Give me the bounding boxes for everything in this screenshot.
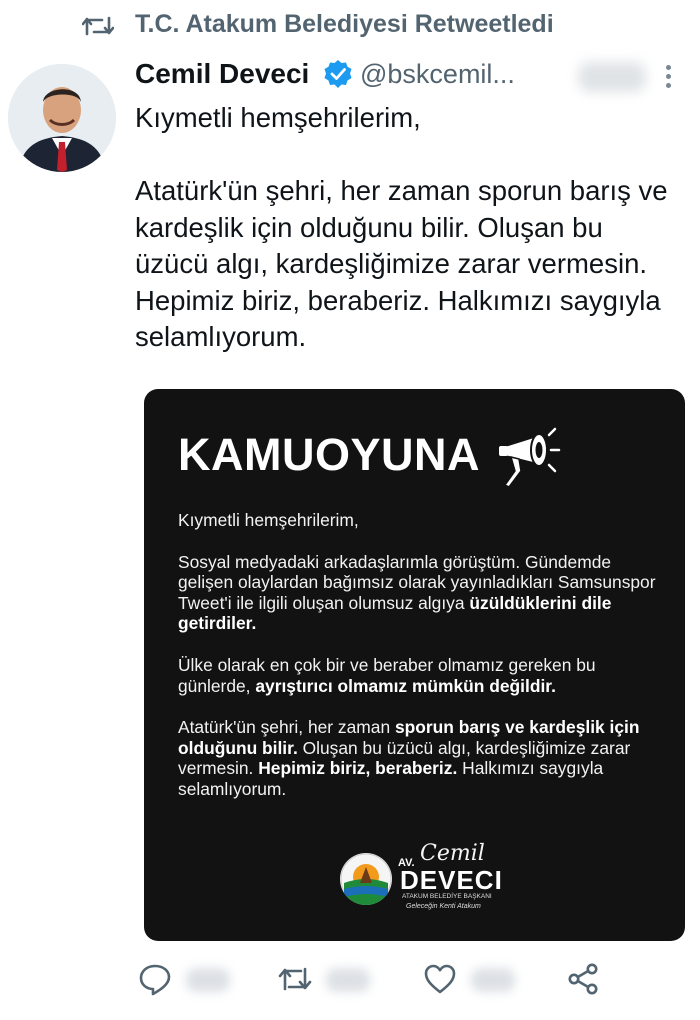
signature-logos: AV. Cemil DEVECI ATAKUM BELEDİYE BAŞKANI… (340, 841, 540, 915)
media-title: KAMUOYUNA (178, 429, 480, 480)
mayor-signature: AV. Cemil DEVECI ATAKUM BELEDİYE BAŞKANI… (398, 841, 503, 910)
author-name[interactable]: Cemil Deveci (135, 58, 309, 90)
timestamp-blurred[interactable] (578, 62, 646, 92)
media-greeting: Kıymetli hemşehrilerim, (178, 510, 359, 530)
atakum-seal-logo (340, 853, 392, 905)
verified-badge-icon (324, 60, 352, 88)
reply-icon[interactable] (138, 962, 172, 996)
media-paragraph: Atatürk'ün şehri, her zaman sporun barış… (178, 717, 640, 799)
media-body: Kıymetli hemşehrilerim, Sosyal medyadaki… (178, 510, 658, 821)
avatar-image (8, 64, 116, 172)
author-handle[interactable]: @bskcemil... (360, 59, 515, 90)
media-paragraph: Sosyal medyadaki arkadaşlarımla görüştüm… (178, 551, 656, 634)
megaphone-icon (499, 427, 561, 488)
media-paragraph: Ülke olarak en çok bir ve beraber olmamı… (178, 654, 596, 696)
retweet-count-blurred (326, 968, 370, 992)
heart-icon[interactable] (423, 962, 457, 996)
retweet-icon (82, 16, 114, 36)
tweet-paragraph: Kıymetli hemşehrilerim, (135, 102, 421, 133)
tweet-text: Kıymetli hemşehrilerim, Atatürk'ün şehri… (135, 100, 680, 356)
tweet-media-image[interactable]: KAMUOYUNA Kıymetli hemşehrilerim, Sosyal… (144, 389, 685, 941)
retweet-button-icon[interactable] (278, 962, 312, 996)
like-count-blurred (471, 968, 515, 992)
retweet-attribution[interactable]: T.C. Atakum Belediyesi Retweetledi (135, 10, 554, 39)
tweet-paragraph: Atatürk'ün şehri, her zaman sporun barış… (135, 175, 668, 352)
avatar[interactable] (8, 64, 116, 172)
more-options-icon[interactable] (660, 62, 676, 92)
reply-count-blurred (186, 968, 230, 992)
share-icon[interactable] (566, 962, 600, 996)
